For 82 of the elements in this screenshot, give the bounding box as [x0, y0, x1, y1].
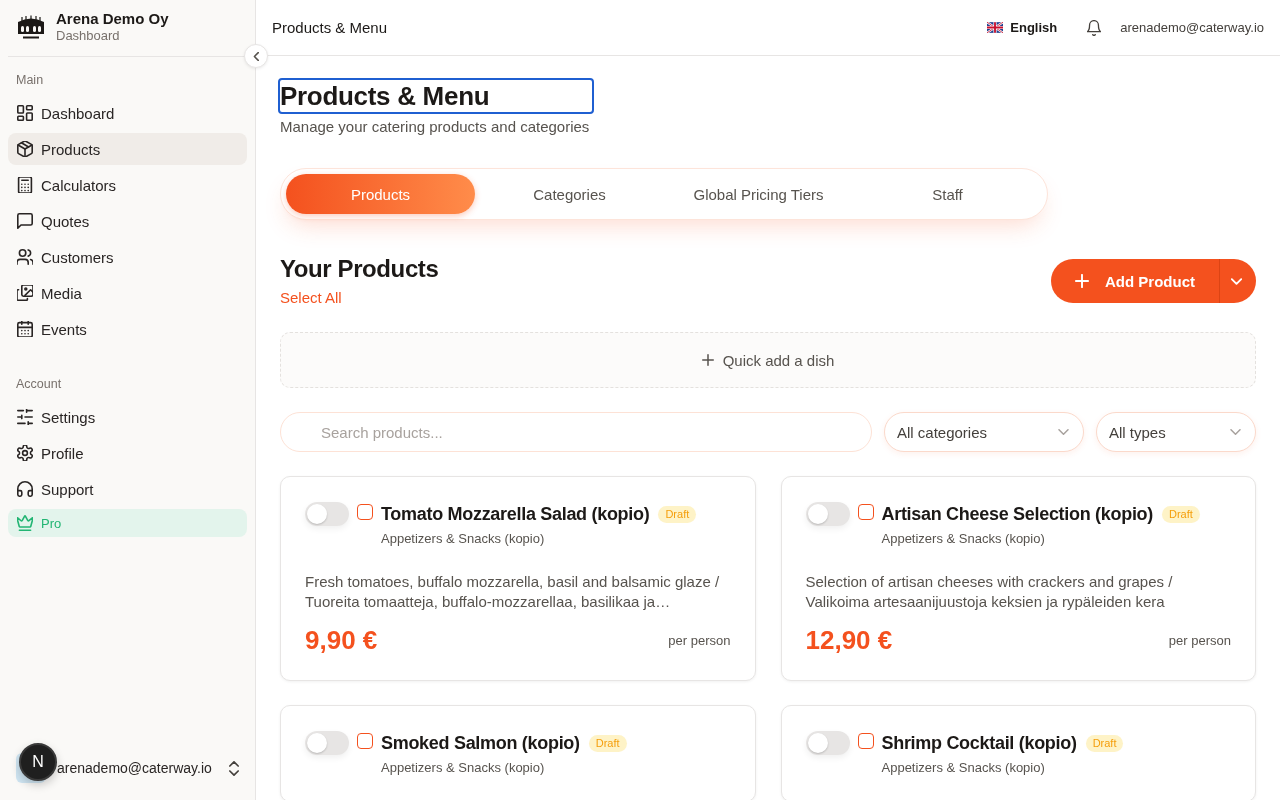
nav-item[interactable]: Quotes: [8, 205, 247, 237]
toggle-switch[interactable]: [305, 502, 349, 526]
product-price: 12,90 €: [805, 624, 893, 656]
tab[interactable]: Staff: [853, 174, 1042, 214]
plus-icon: [1075, 274, 1089, 288]
nav-item[interactable]: Settings: [8, 401, 247, 433]
product-description: Selection of artisan cheeses with crackers and grapes / Valikoima artesaanijuustoja keksien ja rypäleiden kera: [805, 572, 1174, 612]
type-select[interactable]: All types: [1096, 412, 1256, 452]
nav-item[interactable]: Customers: [8, 241, 247, 273]
plus-icon: [701, 354, 714, 366]
nav-item[interactable]: Dashboard: [8, 97, 247, 129]
product-name: Shrimp Cocktail (kopio): [881, 732, 1077, 754]
product-name: Smoked Salmon (kopio): [381, 732, 580, 754]
bell-icon[interactable]: [1087, 19, 1102, 36]
checkbox[interactable]: [857, 733, 874, 749]
product-description: Fresh tomatoes, buffalo mozzarella, basil and balsamic glaze / Tuoreita tomaatteja, buffalo-mozzarellaa, basilikaa ja…: [305, 572, 721, 612]
status-badge: Draft: [1085, 734, 1124, 752]
product-price: 9,90 €: [305, 624, 378, 656]
flag-icon: [987, 22, 1004, 33]
status-badge: Draft: [588, 734, 627, 752]
toggle-switch[interactable]: [805, 731, 850, 755]
nav-item[interactable]: Events: [8, 313, 247, 345]
chevron-down-icon: [1058, 429, 1069, 435]
product-name: Tomato Mozzarella Salad (kopio): [381, 503, 650, 525]
select-all-link[interactable]: Select All: [280, 288, 342, 308]
nav-item[interactable]: Media: [8, 277, 247, 309]
page-subtitle: Manage your catering products and categories: [280, 117, 591, 137]
org-name: Arena Demo Oy: [56, 9, 169, 28]
users-icon: [17, 249, 33, 265]
nav-section-heading: Main: [15, 72, 45, 88]
toggle-switch[interactable]: [305, 731, 349, 755]
quick-add-button[interactable]: Quick add a dish: [280, 332, 1256, 388]
product-name: Artisan Cheese Selection (kopio): [881, 503, 1153, 525]
product-category: Appetizers & Snacks (kopio): [381, 530, 546, 548]
chevron-down-icon: [1230, 429, 1241, 435]
gear-icon: [17, 445, 33, 461]
section-heading: Your Products: [280, 254, 439, 284]
product-category: Appetizers & Snacks (kopio): [881, 759, 1046, 777]
crown-icon: [17, 515, 33, 531]
checkbox[interactable]: [357, 504, 373, 520]
checkbox[interactable]: [857, 504, 874, 520]
collapse-button[interactable]: [244, 44, 268, 68]
price-unit: per person: [668, 632, 731, 648]
product-card[interactable]: Smoked Salmon (kopio) Draft Appetizers & Snacks (kopio): [280, 705, 756, 800]
box-icon: [17, 141, 33, 157]
user-email[interactable]: arenademo@caterway.io: [1120, 20, 1264, 35]
page-heading: Products & Menu: [280, 80, 592, 112]
checkbox[interactable]: [357, 733, 373, 749]
nav-section-heading: Account: [15, 376, 63, 392]
chevron-left-icon: [253, 51, 259, 61]
product-category: Appetizers & Snacks (kopio): [881, 530, 1046, 548]
page-title: Products & Menu: [272, 19, 388, 36]
product-card[interactable]: Artisan Cheese Selection (kopio) Draft Appetizers & Snacks (kopio) Selection of artisan cheeses with crackers and grapes / Valikoima artesaanijuustoja keksien ja rypäleiden kera 12,90 € per person: [780, 476, 1256, 681]
headphones-icon: [17, 481, 33, 497]
images-icon: [17, 285, 33, 301]
org-subtitle: Dashboard: [56, 27, 121, 44]
product-category: Appetizers & Snacks (kopio): [381, 759, 546, 777]
calendar-icon: [17, 321, 33, 337]
product-card[interactable]: Shrimp Cocktail (kopio) Draft Appetizers & Snacks (kopio): [780, 705, 1256, 800]
calculator-icon: [17, 177, 33, 193]
language-selector[interactable]: English: [987, 20, 1058, 35]
user-email[interactable]: arenademo@caterway.io: [57, 760, 212, 776]
toggle-switch[interactable]: [805, 502, 850, 526]
dev-tools-button[interactable]: N: [19, 743, 57, 781]
price-unit: per person: [1168, 632, 1231, 648]
status-badge: Draft: [1161, 505, 1200, 523]
category-select[interactable]: All categories: [884, 412, 1084, 452]
chevrons-up-down-icon[interactable]: [229, 760, 239, 776]
tab[interactable]: Global Pricing Tiers: [664, 174, 853, 214]
more-options-button[interactable]: [1219, 259, 1256, 303]
search-field[interactable]: Search products...: [280, 412, 872, 452]
nav-item[interactable]: Support: [8, 473, 247, 505]
status-badge: Draft: [658, 505, 697, 523]
nav-item[interactable]: Profile: [8, 437, 247, 469]
nav-item[interactable]: Products: [8, 133, 247, 165]
chevron-down-icon: [1230, 277, 1242, 285]
grid-icon: [17, 105, 33, 121]
nav-item[interactable]: Calculators: [8, 169, 247, 201]
sliders-icon: [17, 409, 33, 425]
tab[interactable]: Categories: [475, 174, 664, 214]
chat-bubble-icon: [17, 213, 33, 229]
product-card[interactable]: [280, 476, 756, 681]
